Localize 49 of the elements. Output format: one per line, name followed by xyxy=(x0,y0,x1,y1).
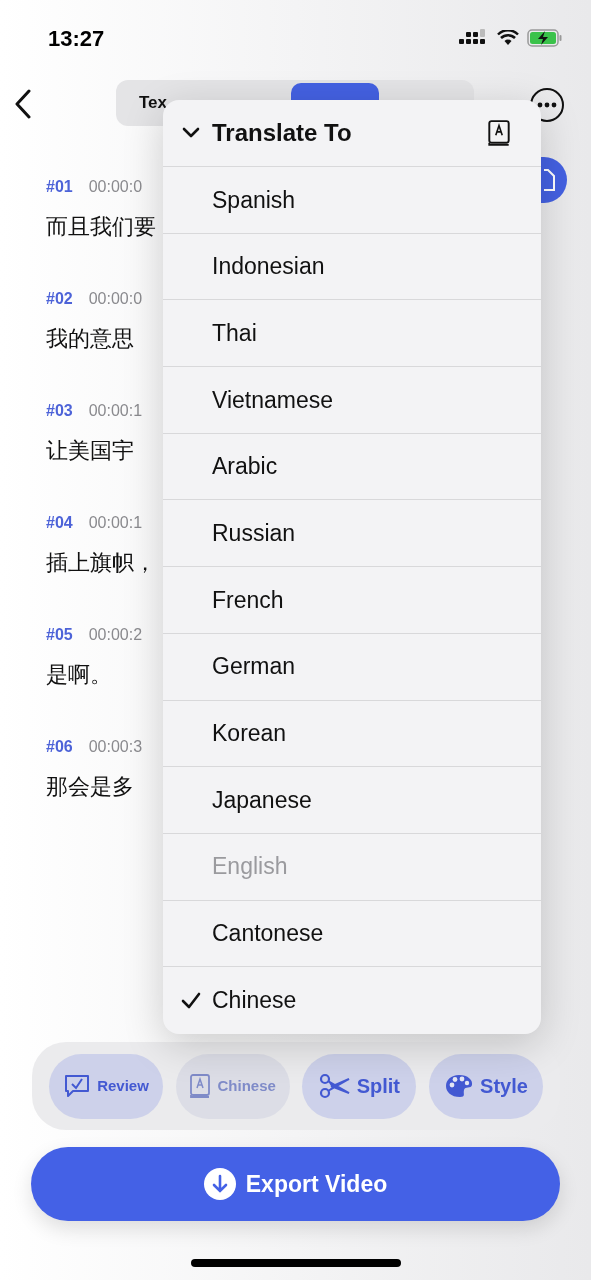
wifi-icon xyxy=(497,30,519,46)
book-icon xyxy=(189,1073,212,1099)
subtitle-text[interactable]: 插上旗帜， xyxy=(46,546,156,579)
subtitle-text[interactable]: 我的意思 xyxy=(46,322,156,355)
menu-item[interactable]: Japanese xyxy=(163,767,541,834)
book-icon xyxy=(487,119,511,147)
checkmark-icon xyxy=(181,991,201,1010)
menu-title: Translate To xyxy=(212,118,353,148)
subtitle-text[interactable]: 那会是多 xyxy=(46,770,156,803)
chevron-down-icon xyxy=(181,127,201,139)
menu-item[interactable]: Russian xyxy=(163,500,541,568)
subtitle-time: 00:00:0 xyxy=(88,177,143,197)
menu-item[interactable]: Cantonese xyxy=(163,900,541,968)
subtitle-time: 00:00:1 xyxy=(88,401,143,421)
subtitle-number: #03 xyxy=(46,401,73,421)
palette-icon xyxy=(444,1073,475,1099)
tab[interactable]: Tex xyxy=(119,83,207,123)
subtitle-number: #04 xyxy=(46,513,73,533)
menu-item[interactable]: Spanish xyxy=(163,167,541,234)
subtitle-text[interactable]: 是啊。 xyxy=(46,658,156,691)
scissors-icon xyxy=(318,1073,351,1099)
more-icon xyxy=(537,102,557,108)
subtitle-time: 00:00:0 xyxy=(88,289,143,309)
subtitle-number: #05 xyxy=(46,625,73,645)
menu-item[interactable]: German xyxy=(163,633,541,701)
menu-item[interactable]: Indonesian xyxy=(163,233,541,301)
subtitle-time: 00:00:2 xyxy=(88,625,143,645)
menu-item[interactable]: Vietnamese xyxy=(163,367,541,434)
subtitle-number: #02 xyxy=(46,289,73,309)
chat-check-icon xyxy=(63,1073,92,1099)
subtitle-text[interactable]: 而且我们要 xyxy=(46,210,156,243)
menu-item[interactable]: French xyxy=(163,567,541,634)
subtitle-time: 00:00:1 xyxy=(88,513,143,533)
download-icon xyxy=(203,1168,236,1200)
menu-item[interactable]: Korean xyxy=(163,700,541,768)
style-button[interactable]: Style xyxy=(428,1053,543,1119)
subtitle-time: 00:00:3 xyxy=(88,737,143,757)
subtitle-number: #01 xyxy=(46,177,73,197)
status-time: 13:27 xyxy=(48,24,105,53)
subtitle-text[interactable]: 让美国宇 xyxy=(46,434,156,467)
subtitle-number: #06 xyxy=(46,737,73,757)
menu-item[interactable]: Arabic xyxy=(163,433,541,501)
menu-item[interactable]: Chinese xyxy=(163,967,541,1034)
battery-icon xyxy=(527,29,563,47)
export-button[interactable]: Export Video xyxy=(31,1147,560,1221)
menu-item[interactable]: Thai xyxy=(163,300,541,368)
split-button[interactable]: Split xyxy=(302,1053,417,1119)
document-icon xyxy=(543,169,555,191)
review-button[interactable]: Review xyxy=(49,1053,163,1119)
